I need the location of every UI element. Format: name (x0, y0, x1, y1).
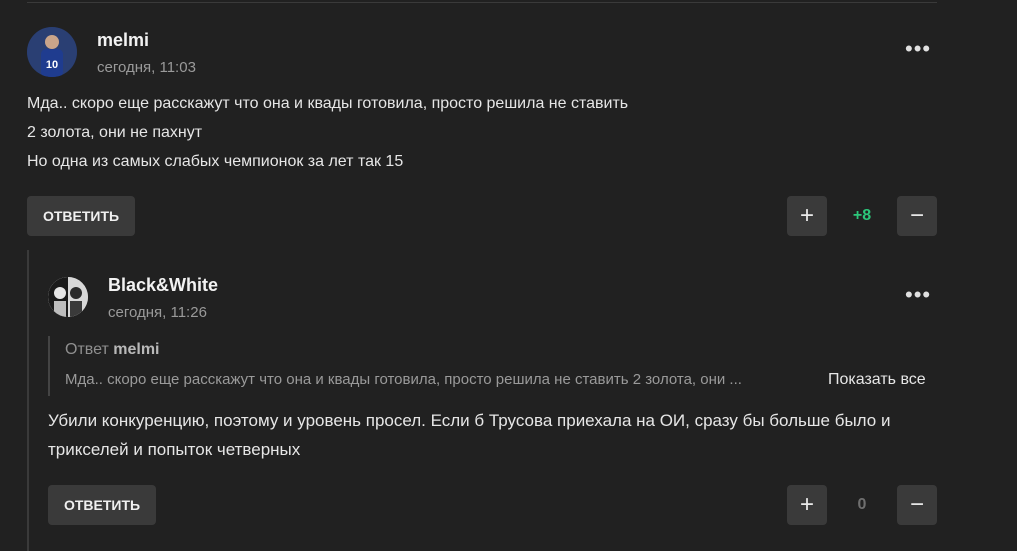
reply-to-author[interactable]: melmi (113, 341, 159, 358)
downvote-button[interactable]: − (897, 485, 937, 525)
separator-line (27, 2, 937, 3)
avatar[interactable]: 10 (27, 27, 77, 77)
more-options-icon[interactable]: ••• (905, 38, 931, 60)
plus-icon: + (799, 202, 814, 229)
vote-score: +8 (852, 207, 872, 224)
thread-line (27, 250, 29, 551)
upvote-button[interactable]: + (787, 196, 827, 236)
svg-text:10: 10 (46, 59, 58, 71)
comment-line: Мда.. скоро еще расскажут что она и квад… (27, 95, 629, 112)
downvote-button[interactable]: − (897, 196, 937, 236)
show-all-link[interactable]: Показать все (828, 371, 926, 389)
reply-button[interactable]: ОТВЕТИТЬ (27, 196, 135, 236)
comment-author[interactable]: Black&White (108, 275, 218, 296)
avatar[interactable] (48, 277, 88, 317)
quoted-text: Мда.. скоро еще расскажут что она и квад… (65, 371, 742, 388)
vote-score: 0 (857, 496, 867, 513)
comment-line: Убили конкуренцию, поэтому и уровень про… (48, 411, 891, 430)
quote-bar (48, 336, 50, 396)
upvote-button[interactable]: + (787, 485, 827, 525)
comment-line: трикселей и попыток четверных (48, 440, 301, 459)
minus-icon: − (909, 202, 924, 229)
more-options-icon[interactable]: ••• (905, 284, 931, 306)
reply-reference[interactable]: Ответ melmi (65, 341, 160, 359)
comment-line: 2 золота, они не пахнут (27, 124, 203, 141)
comment-time: сегодня, 11:03 (97, 59, 196, 76)
comment-author[interactable]: melmi (97, 30, 149, 51)
reply-prefix: Ответ (65, 341, 109, 358)
minus-icon: − (909, 491, 924, 518)
plus-icon: + (799, 491, 814, 518)
reply-button[interactable]: ОТВЕТИТЬ (48, 485, 156, 525)
comment-time: сегодня, 11:26 (108, 304, 207, 321)
comment-line: Но одна из самых слабых чемпионок за лет… (27, 153, 404, 170)
